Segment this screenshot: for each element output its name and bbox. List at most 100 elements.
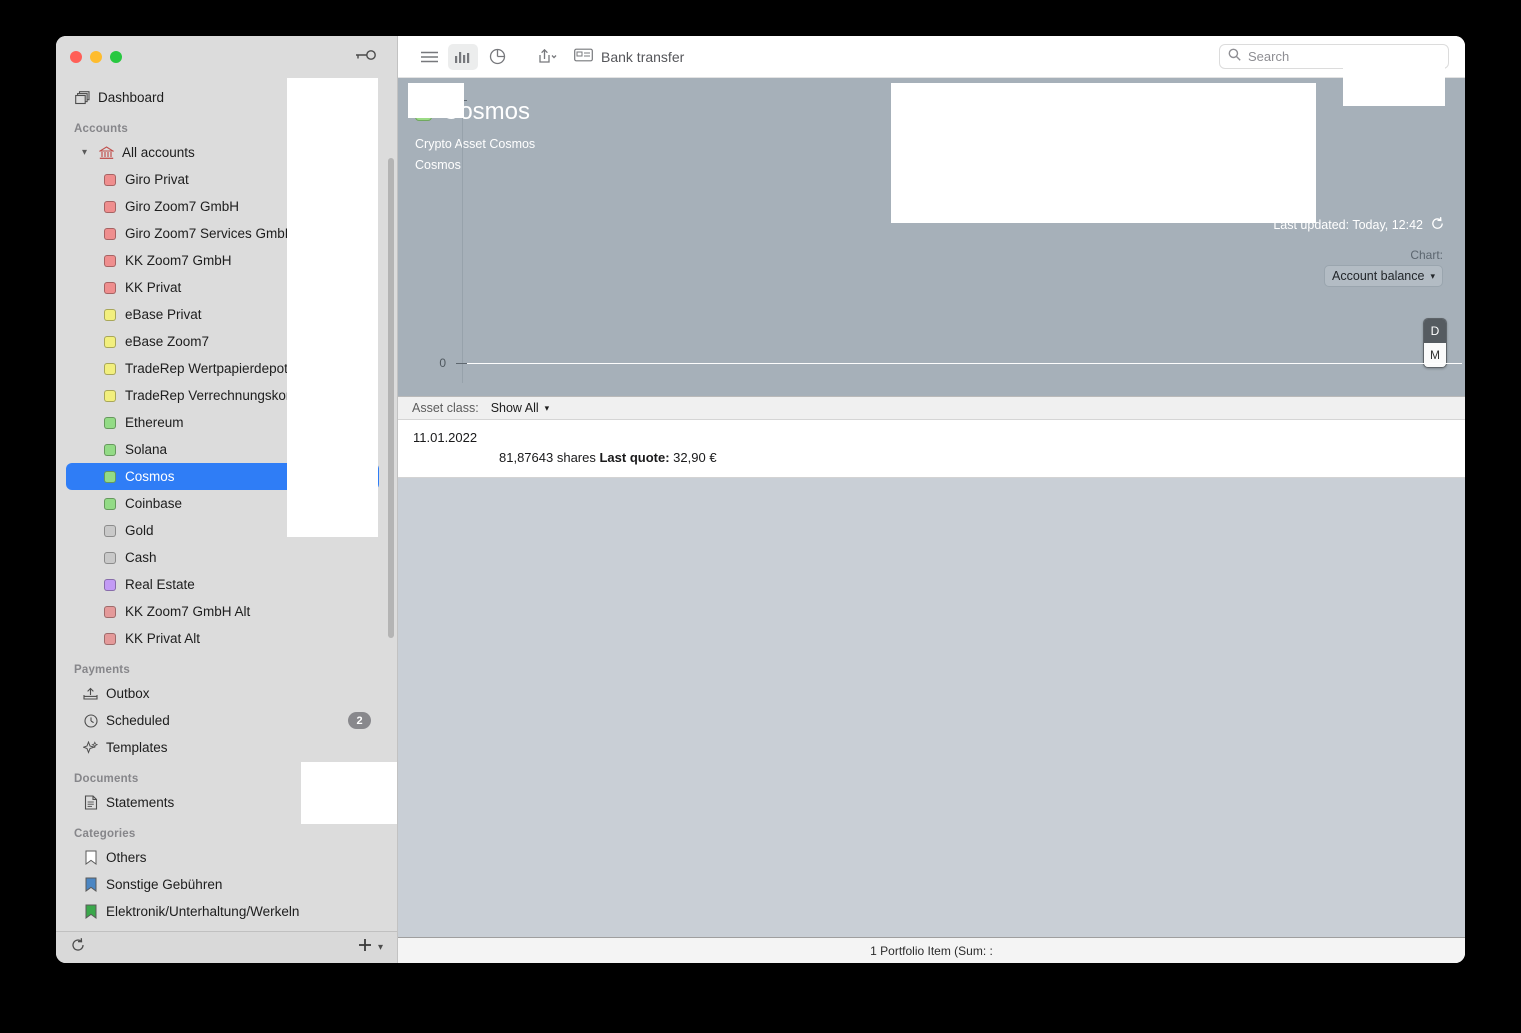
sidebar-item-badge: 2 bbox=[348, 712, 371, 729]
sidebar-item-templates[interactable]: Templates bbox=[56, 734, 397, 761]
key-icon[interactable] bbox=[355, 48, 377, 66]
sidebar-item-label: Statements bbox=[106, 795, 175, 810]
account-color-swatch bbox=[104, 362, 116, 375]
chart-selector-group: Chart: Account balance ▾ bbox=[1324, 248, 1443, 287]
bank-icon bbox=[98, 145, 115, 160]
sidebar-scroll-area[interactable]: Dashboard Accounts ▾ All accounts Giro P… bbox=[56, 78, 397, 931]
account-color-swatch bbox=[104, 605, 116, 618]
sparkle-icon bbox=[82, 740, 99, 755]
record-details: 81,87643 shares Last quote: 32,90 € bbox=[398, 450, 1465, 465]
list-icon[interactable] bbox=[414, 44, 444, 70]
zoom-button[interactable] bbox=[110, 51, 122, 63]
asset-subtitle-2: Cosmos bbox=[415, 158, 461, 172]
sidebar-item-label: Cash bbox=[125, 550, 157, 565]
account-color-swatch bbox=[104, 578, 116, 591]
bookmark-icon bbox=[82, 877, 99, 892]
account-color-swatch bbox=[104, 173, 116, 186]
share-icon[interactable] bbox=[532, 44, 562, 70]
minimize-button[interactable] bbox=[90, 51, 102, 63]
traffic-lights bbox=[70, 51, 122, 63]
app-window: Dashboard Accounts ▾ All accounts Giro P… bbox=[56, 36, 1465, 963]
window-titlebar bbox=[56, 36, 397, 78]
sidebar-item-label: Solana bbox=[125, 442, 168, 457]
sidebar-item-label: eBase Zoom7 bbox=[125, 334, 210, 349]
sidebar-item-cash[interactable]: Cash bbox=[56, 544, 397, 571]
card-icon bbox=[574, 48, 593, 65]
toolbar: Bank transfer Search bbox=[398, 36, 1465, 78]
occlusion-box bbox=[408, 83, 464, 118]
sidebar-item-label: KK Privat bbox=[125, 280, 182, 295]
chart-zero-baseline bbox=[462, 363, 1462, 364]
account-color-swatch bbox=[104, 200, 116, 213]
chevron-down-icon[interactable]: ▾ bbox=[378, 942, 383, 953]
sidebar-item-kk-privat-alt[interactable]: KK Privat Alt bbox=[56, 625, 397, 652]
asset-subtitle-1: Crypto Asset Cosmos bbox=[415, 137, 536, 151]
account-color-swatch bbox=[104, 470, 116, 483]
sidebar-item-label: Ethereum bbox=[125, 415, 184, 430]
sidebar-item-label: Giro Privat bbox=[125, 172, 189, 187]
chart-selector-label: Chart: bbox=[1410, 248, 1443, 262]
sidebar-item-outbox[interactable]: Outbox bbox=[56, 680, 397, 707]
chevron-down-icon: ▾ bbox=[544, 402, 550, 413]
sidebar-item-label: Coinbase bbox=[125, 496, 183, 511]
sidebar-item-elektronik-unterhaltung-werkeln[interactable]: Elektronik/Unterhaltung/Werkeln bbox=[56, 898, 397, 925]
chart-tick-zero bbox=[456, 363, 467, 364]
sidebar-item-label: KK Zoom7 GmbH Alt bbox=[125, 604, 251, 619]
sidebar-item-label: Giro Zoom7 Services GmbH bbox=[125, 226, 295, 241]
occlusion-box bbox=[891, 83, 1316, 223]
sidebar-item-label: Templates bbox=[106, 740, 168, 755]
account-color-swatch bbox=[104, 551, 116, 564]
refresh-icon[interactable] bbox=[70, 937, 86, 958]
clock-icon bbox=[82, 713, 99, 728]
sidebar-item-label: Others bbox=[106, 850, 147, 865]
close-button[interactable] bbox=[70, 51, 82, 63]
account-color-swatch bbox=[104, 443, 116, 456]
chart-y-axis bbox=[462, 83, 463, 383]
record-date: 11.01.2022 bbox=[413, 430, 478, 445]
asset-class-value: Show All bbox=[490, 401, 539, 415]
record-quote-value: 32,90 € bbox=[673, 450, 717, 465]
sidebar-scrollbar[interactable] bbox=[388, 158, 394, 638]
sidebar-item-kk-zoom7-gmbh-alt[interactable]: KK Zoom7 GmbH Alt bbox=[56, 598, 397, 625]
chart-tick-label-zero: 0 bbox=[439, 356, 446, 370]
sidebar-item-label: KK Privat Alt bbox=[125, 631, 201, 646]
chevron-down-icon[interactable]: ▾ bbox=[82, 147, 96, 158]
sidebar-bottom-toolbar: ▾ bbox=[56, 931, 397, 963]
account-color-swatch bbox=[104, 416, 116, 429]
account-color-swatch bbox=[104, 632, 116, 645]
sidebar-item-label: eBase Privat bbox=[125, 307, 202, 322]
list-item[interactable]: 11.01.2022 81,87643 shares Last quote: 3… bbox=[398, 420, 1465, 478]
search-icon bbox=[1228, 48, 1241, 66]
windows-icon bbox=[74, 90, 91, 105]
sidebar-item-label: Dashboard bbox=[98, 90, 165, 105]
account-color-swatch bbox=[104, 227, 116, 240]
account-color-swatch bbox=[104, 254, 116, 267]
chart-range-toggle[interactable]: D M bbox=[1423, 318, 1447, 368]
range-option-day[interactable]: D bbox=[1424, 319, 1446, 343]
search-placeholder: Search bbox=[1248, 49, 1290, 64]
bookmark-outline-icon bbox=[82, 850, 99, 865]
account-color-swatch bbox=[104, 497, 116, 510]
bank-transfer-button[interactable]: Bank transfer bbox=[574, 48, 684, 65]
account-color-swatch bbox=[104, 308, 116, 321]
sidebar-item-sonstige-geb-hren[interactable]: Sonstige Gebühren bbox=[56, 871, 397, 898]
refresh-icon[interactable] bbox=[1430, 216, 1445, 234]
occlusion-box bbox=[1343, 66, 1445, 106]
asset-class-select[interactable]: Show All ▾ bbox=[491, 401, 549, 415]
sidebar-item-label: Outbox bbox=[106, 686, 150, 701]
pie-chart-icon[interactable] bbox=[482, 44, 512, 70]
sidebar-item-real-estate[interactable]: Real Estate bbox=[56, 571, 397, 598]
plus-icon[interactable] bbox=[357, 937, 373, 958]
sidebar-item-scheduled[interactable]: Scheduled 2 bbox=[56, 707, 397, 734]
chart-type-value: Account balance bbox=[1332, 269, 1425, 283]
sidebar: Dashboard Accounts ▾ All accounts Giro P… bbox=[56, 36, 398, 963]
chart-panel: Cosmos Crypto Asset Cosmos Cosmos Last u… bbox=[398, 66, 1465, 396]
bookmark-icon bbox=[82, 904, 99, 919]
account-color-swatch bbox=[104, 524, 116, 537]
record-shares: 81,87643 shares bbox=[499, 450, 596, 465]
chart-type-select[interactable]: Account balance ▾ bbox=[1324, 265, 1443, 287]
sidebar-item-others[interactable]: Others bbox=[56, 844, 397, 871]
sidebar-item-label: Giro Zoom7 GmbH bbox=[125, 199, 240, 214]
outbox-icon bbox=[82, 687, 99, 701]
bar-chart-icon[interactable] bbox=[448, 43, 478, 70]
